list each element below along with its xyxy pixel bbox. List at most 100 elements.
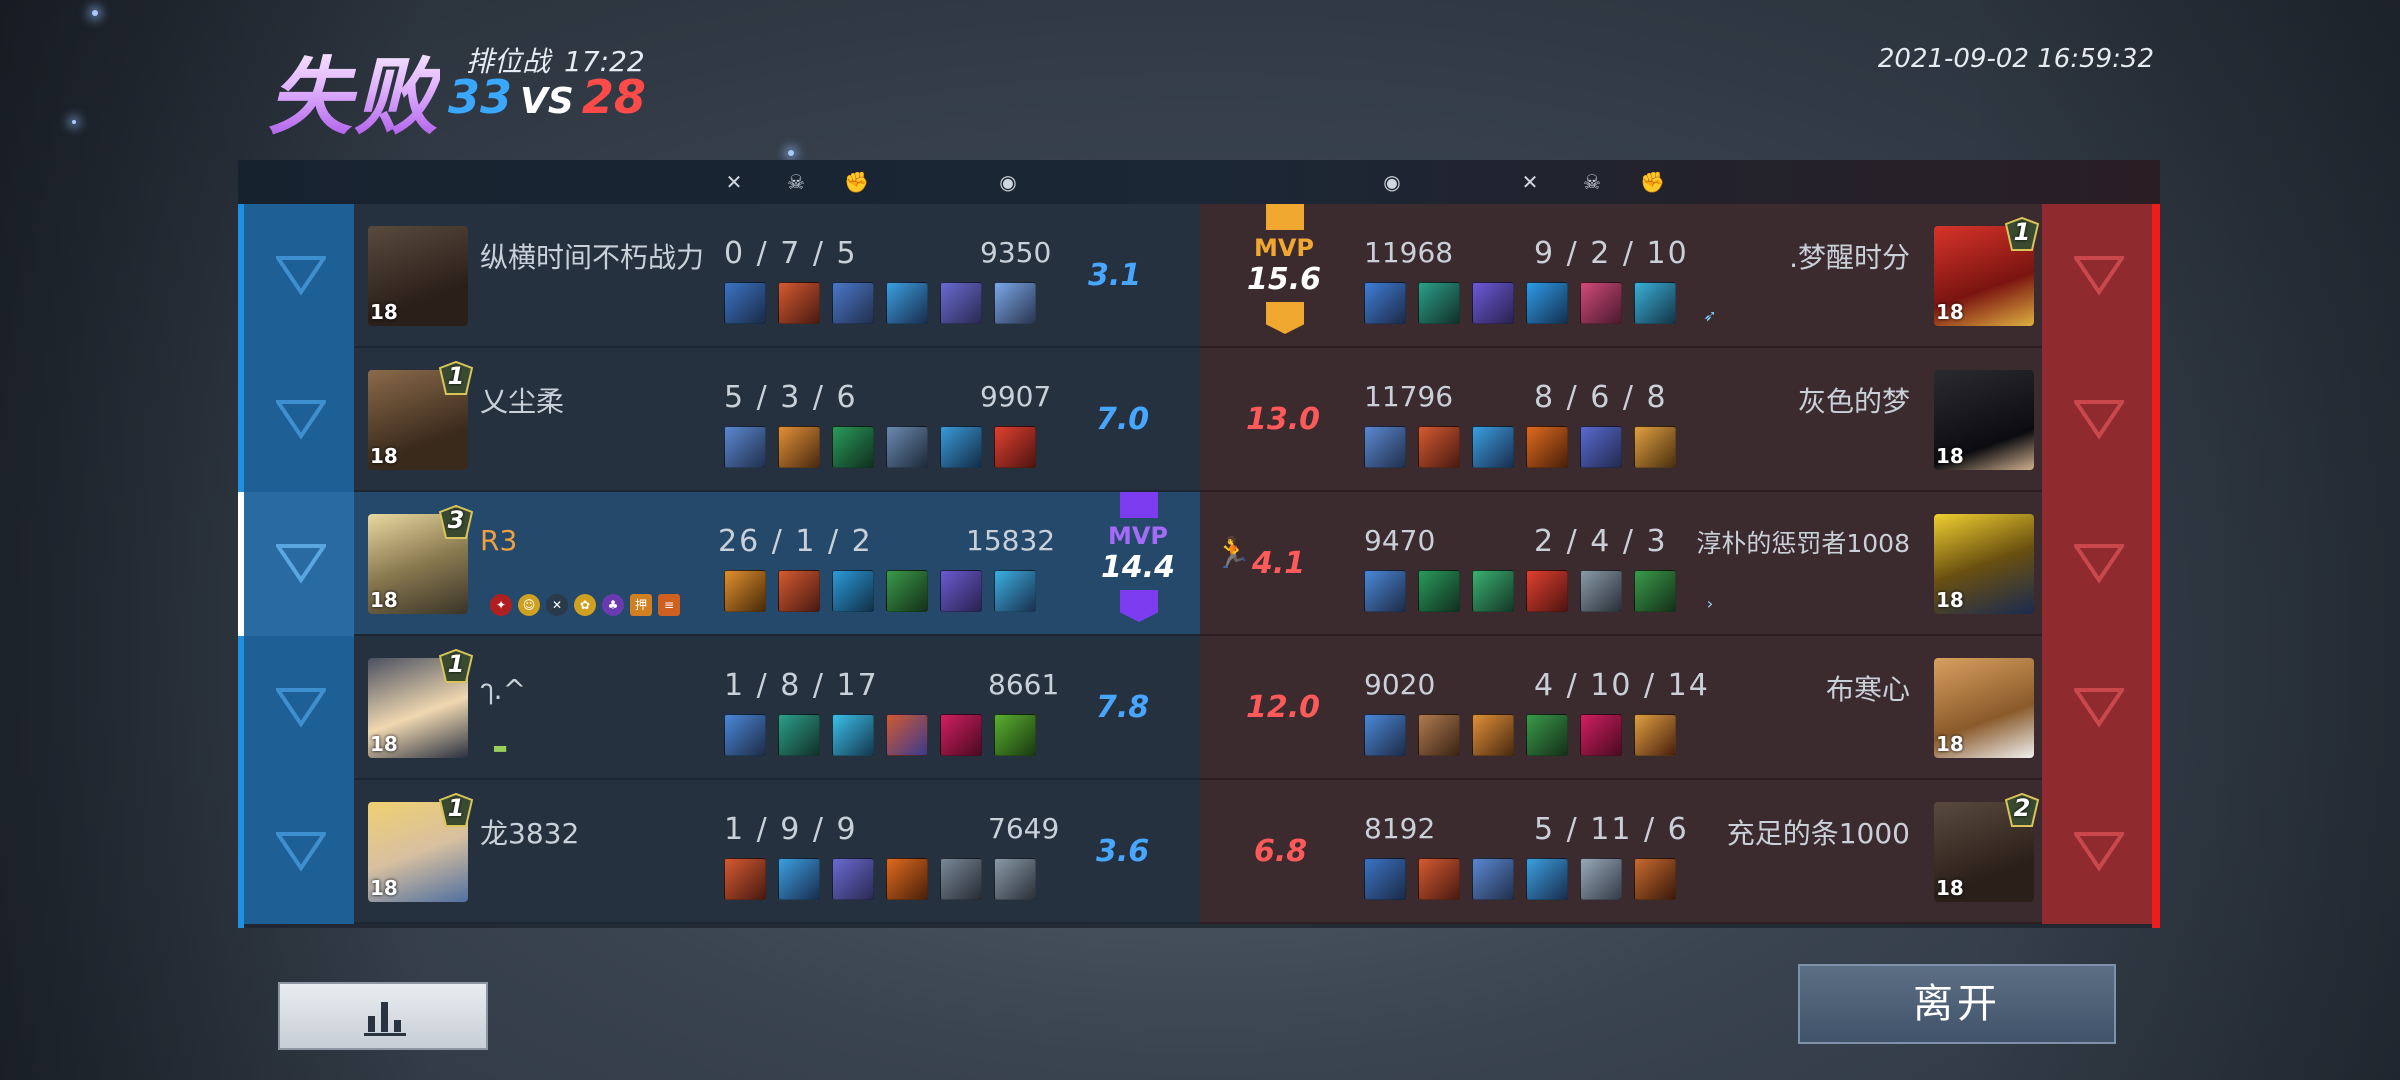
player-name: 灰色的梦	[1797, 385, 1910, 418]
match-datetime: 2021-09-02 16:59:32	[1877, 44, 2154, 74]
scoreboard-row-self: 18 3 R3 ✦ ☺ ✕ ✿ ♣ 押 ≡ 26 / 1 / 2 15832 M…	[238, 492, 2152, 636]
item-icon	[994, 570, 1036, 612]
player-rating: 6.8	[1254, 834, 1308, 869]
item-icon	[724, 426, 766, 468]
player-kda: 5 / 3 / 6	[724, 380, 858, 415]
sparkle	[72, 120, 76, 124]
item-list	[724, 570, 1036, 612]
sparkle	[788, 150, 794, 156]
player-name: 乂尘柔	[480, 385, 565, 418]
item-icon	[1418, 282, 1460, 324]
item-icon	[1580, 714, 1622, 756]
like-button[interactable]	[2042, 636, 2152, 780]
player-gold: 11796	[1364, 380, 1454, 413]
like-button[interactable]	[2042, 780, 2152, 924]
mvp-label: MVP	[1107, 522, 1169, 550]
item-icon	[724, 570, 766, 612]
swords-icon: ✕	[725, 170, 743, 194]
item-icon	[1526, 714, 1568, 756]
like-button[interactable]	[244, 348, 354, 492]
item-icon	[778, 858, 820, 900]
item-list	[724, 858, 1036, 900]
buff-icon: ♣	[602, 594, 624, 616]
team-score: 33 VS 28	[448, 70, 646, 124]
item-icon	[778, 282, 820, 324]
player-level: 18	[370, 300, 398, 324]
item-icon	[1526, 570, 1568, 612]
rank-badge: 3	[434, 504, 478, 542]
player-gold: 15832	[966, 524, 1056, 557]
red-team-strip	[2152, 204, 2160, 928]
item-icon	[832, 426, 874, 468]
rank-number: 1	[447, 650, 465, 678]
mvp-score: 15.6	[1246, 262, 1322, 297]
item-icon	[724, 282, 766, 324]
item-icon	[994, 426, 1036, 468]
scoreboard-row: 18 1 乂尘柔 5 / 3 / 6 9907 7.0 13.0 11796 8…	[244, 348, 2152, 492]
scoreboard-row: 18 1 ๅ.^ ▬ 1 / 8 / 17 8661 7.8 12.0 9020…	[244, 636, 2152, 780]
item-icon	[1634, 714, 1676, 756]
item-icon	[1472, 570, 1514, 612]
player-gold: 11968	[1364, 236, 1454, 269]
like-button[interactable]	[2042, 204, 2152, 348]
item-icon	[1418, 570, 1460, 612]
rank-number: 1	[447, 794, 465, 822]
stats-button[interactable]	[278, 982, 488, 1050]
like-button[interactable]	[244, 204, 354, 348]
rank-number: 2	[2013, 794, 2031, 822]
item-icon	[778, 570, 820, 612]
mvp-cap	[1266, 302, 1304, 334]
item-icon	[940, 714, 982, 756]
player-level: 18	[370, 444, 398, 468]
player-rating: 12.0	[1246, 690, 1321, 725]
item-icon	[1526, 426, 1568, 468]
avatar[interactable]: 18	[1934, 658, 2034, 758]
scoreboard-row: 18 1 龙3832 1 / 9 / 9 7649 3.6 6.8 8192 5…	[244, 780, 2152, 924]
player-name: ๅ.^	[480, 673, 527, 706]
item-list	[724, 426, 1036, 468]
player-name: 纵横时间不朽战力	[480, 241, 705, 274]
item-icon	[1364, 282, 1406, 324]
scoreboard: ✕ ☠ ✊ ◉ ◉ ✕ ☠ ✊ 18 纵横时间不朽战力 0 / 7 / 5 93…	[238, 160, 2160, 928]
leave-button[interactable]: 离开	[1798, 964, 2116, 1044]
buff-icon: ✦	[490, 594, 512, 616]
item-icon	[1472, 282, 1514, 324]
chevron-right-icon: ›	[1706, 594, 1714, 613]
avatar[interactable]: 18	[1934, 514, 2034, 614]
like-button[interactable]	[2042, 492, 2152, 636]
coin-icon: ◉	[1383, 170, 1401, 194]
triangle-down-icon	[274, 832, 328, 872]
player-name: 龙3832	[480, 817, 580, 850]
avatar[interactable]: 18	[1934, 370, 2034, 470]
mvp-score: 14.4	[1100, 550, 1176, 585]
item-icon	[1364, 858, 1406, 900]
rank-badge: 1	[434, 360, 478, 398]
score-red: 28	[581, 70, 646, 124]
item-icon	[1472, 426, 1514, 468]
player-level: 18	[370, 876, 398, 900]
like-button[interactable]	[2042, 348, 2152, 492]
item-icon	[1634, 570, 1676, 612]
item-icon	[1364, 570, 1406, 612]
player-name: 充足的条1000	[1726, 817, 1910, 850]
like-button[interactable]	[244, 780, 354, 924]
item-icon	[1418, 426, 1460, 468]
item-icon	[1580, 858, 1622, 900]
like-button[interactable]	[244, 636, 354, 780]
sparkle	[92, 10, 98, 16]
player-kda: 1 / 9 / 9	[724, 812, 858, 847]
item-icon	[778, 714, 820, 756]
avatar[interactable]: 18	[368, 226, 468, 326]
item-icon	[1472, 858, 1514, 900]
item-icon	[994, 714, 1036, 756]
item-icon	[832, 282, 874, 324]
like-button[interactable]	[244, 492, 354, 636]
rank-number: 1	[2013, 218, 2031, 246]
player-gold: 9020	[1364, 668, 1436, 701]
buff-icon: ≡	[658, 594, 680, 616]
player-rating: 7.8	[1096, 690, 1150, 725]
player-level: 18	[370, 732, 398, 756]
coin-icon: ◉	[999, 170, 1017, 194]
player-level: 18	[1936, 732, 1964, 756]
score-blue: 33	[448, 70, 513, 124]
